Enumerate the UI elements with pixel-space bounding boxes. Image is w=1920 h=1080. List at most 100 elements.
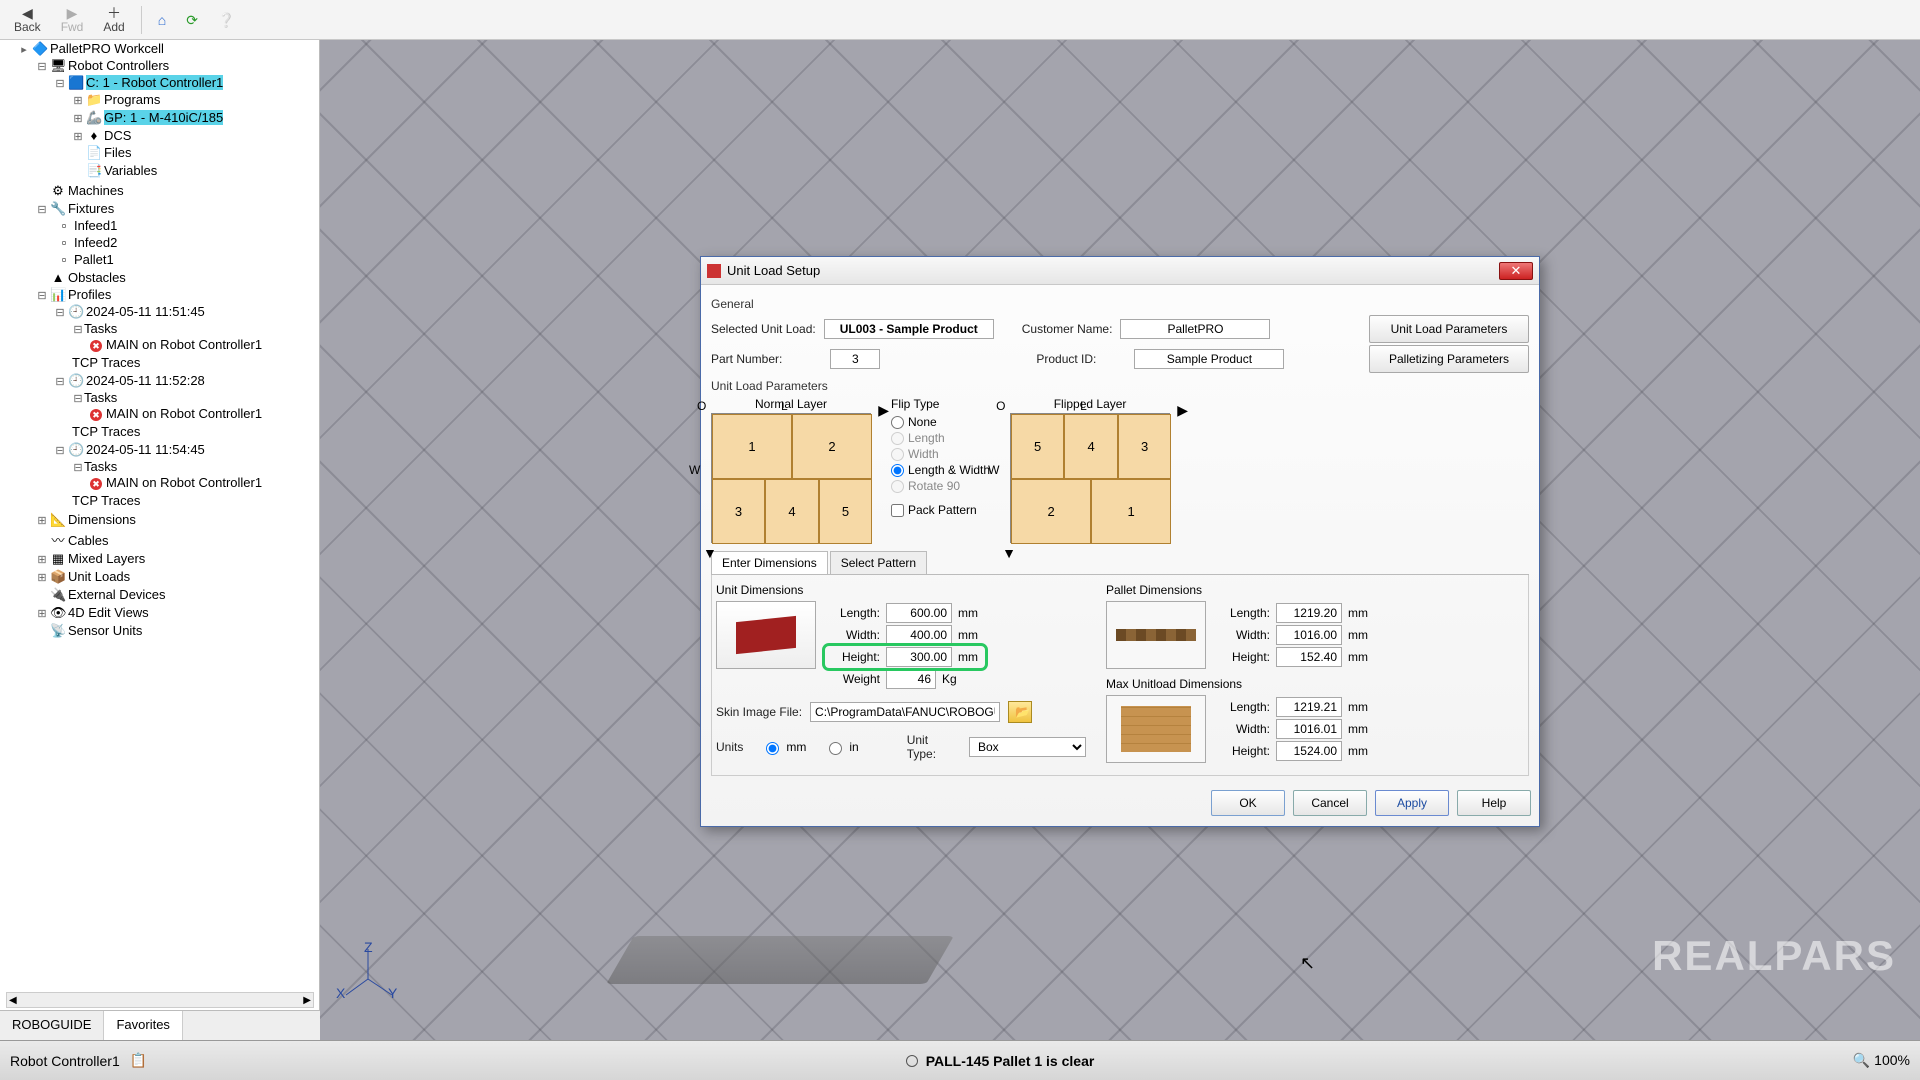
tree-dimensions[interactable]: Dimensions (68, 512, 136, 527)
tree-sensors[interactable]: Sensor Units (68, 623, 142, 638)
tab-roboguide[interactable]: ROBOGUIDE (0, 1011, 104, 1040)
tree-dcs[interactable]: DCS (104, 128, 131, 143)
skin-label: Skin Image File: (716, 705, 802, 719)
skin-file-input[interactable] (810, 702, 1000, 722)
tree-root[interactable]: PalletPRO Workcell (50, 41, 164, 56)
tree-prof2[interactable]: 2024-05-11 11:52:28 (86, 373, 205, 388)
tree-tcp1[interactable]: TCP Traces (72, 355, 140, 370)
selected-ul-field[interactable] (824, 319, 994, 339)
home-button[interactable]: ⌂ (150, 11, 174, 29)
scroll-right-icon[interactable]: ▶ (303, 995, 311, 1006)
product-field[interactable] (1134, 349, 1284, 369)
status-message: PALL-145 Pallet 1 is clear (926, 1053, 1095, 1069)
tree-programs[interactable]: Programs (104, 92, 160, 107)
tree-tcp2[interactable]: TCP Traces (72, 424, 140, 439)
unit-height-input[interactable] (886, 647, 952, 667)
tree-controller1[interactable]: C: 1 - Robot Controller1 (86, 75, 223, 90)
pallet-height-input[interactable] (1276, 647, 1342, 667)
units-label: Units (716, 740, 743, 754)
units-mm[interactable]: mm (761, 739, 806, 755)
flip-length: Length (891, 431, 990, 445)
pallet-thumb (1106, 601, 1206, 669)
max-width-input[interactable] (1276, 719, 1342, 739)
tree-infeed1[interactable]: Infeed1 (74, 218, 117, 233)
tree-tcp3[interactable]: TCP Traces (72, 493, 140, 508)
pallet-length-input[interactable] (1276, 603, 1342, 623)
cancel-button[interactable]: Cancel (1293, 790, 1367, 816)
tree-fixtures[interactable]: Fixtures (68, 201, 114, 216)
tree-machines[interactable]: Machines (68, 183, 124, 198)
tree-cables[interactable]: Cables (68, 533, 108, 548)
dialog-title: Unit Load Setup (727, 263, 820, 278)
tree-prof1[interactable]: 2024-05-11 11:51:45 (86, 304, 205, 319)
arrow-down-icon: ▼ (703, 545, 717, 561)
tab-favorites[interactable]: Favorites (104, 1011, 182, 1040)
units-in[interactable]: in (824, 739, 858, 755)
max-length-input[interactable] (1276, 697, 1342, 717)
tree-tasks1[interactable]: Tasks (84, 321, 117, 336)
tree-tasks3[interactable]: Tasks (84, 459, 117, 474)
tree-main2[interactable]: MAIN on Robot Controller1 (90, 406, 262, 421)
tree-main1[interactable]: MAIN on Robot Controller1 (90, 337, 262, 352)
tree-obstacles[interactable]: Obstacles (68, 270, 126, 285)
workcell-tree[interactable]: ▸🔷PalletPRO Workcell ⊟🖥Robot Controllers… (0, 40, 320, 1010)
tree-gp1[interactable]: GP: 1 - M-410iC/185 (104, 110, 223, 125)
fwd-button[interactable]: ▶Fwd (53, 4, 92, 36)
tree-robot-controllers[interactable]: Robot Controllers (68, 58, 169, 73)
tab-enter-dims[interactable]: Enter Dimensions (711, 551, 828, 574)
close-button[interactable]: ✕ (1499, 262, 1533, 280)
tree-main3[interactable]: MAIN on Robot Controller1 (90, 475, 262, 490)
tree-infeed2[interactable]: Infeed2 (74, 235, 117, 250)
arrow-right-icon: ▶ (1177, 402, 1188, 419)
unit-length-input[interactable] (886, 603, 952, 623)
dialog-icon (707, 264, 721, 278)
tree-hscrollbar[interactable]: ◀▶ (6, 992, 314, 1008)
unit-width-input[interactable] (886, 625, 952, 645)
tree-unitloads[interactable]: Unit Loads (68, 569, 130, 584)
dlg-help-button[interactable]: Help (1457, 790, 1531, 816)
tree-variables[interactable]: Variables (104, 163, 157, 178)
tree-tasks2[interactable]: Tasks (84, 390, 117, 405)
pallet-max-group: Pallet Dimensions Length:mm Width:mm Hei… (1106, 583, 1374, 767)
refresh-button[interactable]: ⟳ (178, 11, 206, 29)
tree-profiles[interactable]: Profiles (68, 287, 111, 302)
flip-none[interactable]: None (891, 415, 990, 429)
back-button[interactable]: ◀Back (6, 4, 49, 36)
arrow-right-icon: ▶ (878, 402, 889, 419)
ok-button[interactable]: OK (1211, 790, 1285, 816)
normal-pattern: 1 2 3 4 5 (711, 413, 871, 543)
help-button[interactable]: ❔ (210, 11, 243, 29)
part-field[interactable] (830, 349, 880, 369)
customer-field[interactable] (1120, 319, 1270, 339)
ulp-section-label: Unit Load Parameters (711, 379, 1529, 393)
tree-prof3[interactable]: 2024-05-11 11:54:45 (86, 442, 205, 457)
unit-load-setup-dialog: Unit Load Setup ✕ General Selected Unit … (700, 256, 1540, 827)
tree-extdev[interactable]: External Devices (68, 587, 166, 602)
unit-weight-input[interactable] (886, 669, 936, 689)
unit-type-select[interactable]: Box (969, 737, 1086, 757)
palletizing-params-button[interactable]: Palletizing Parameters (1369, 345, 1529, 373)
browse-button[interactable]: 📂 (1008, 701, 1032, 723)
apply-button[interactable]: Apply (1375, 790, 1449, 816)
refresh-icon: ⟳ (186, 13, 198, 27)
pallet-width-input[interactable] (1276, 625, 1342, 645)
scroll-left-icon[interactable]: ◀ (9, 995, 17, 1006)
tree-4dviews[interactable]: 4D Edit Views (68, 605, 149, 620)
expand-icon[interactable]: ▸ (18, 43, 30, 56)
unit-load-params-button[interactable]: Unit Load Parameters (1369, 315, 1529, 343)
tree-mixed[interactable]: Mixed Layers (68, 551, 145, 566)
flip-title: Flip Type (891, 397, 990, 411)
back-icon: ◀ (22, 6, 33, 20)
dialog-titlebar[interactable]: Unit Load Setup ✕ (701, 257, 1539, 285)
add-button[interactable]: ＋Add (95, 4, 132, 36)
flipped-layer-label: Flipped Layer (1054, 397, 1127, 411)
unit-dimensions-group: Unit Dimensions Length:mm Width:mm Heigh… (716, 583, 1086, 767)
tree-pallet1[interactable]: Pallet1 (74, 252, 114, 267)
pack-pattern-check[interactable]: Pack Pattern (891, 503, 990, 517)
max-height-input[interactable] (1276, 741, 1342, 761)
normal-layer: Normal Layer O L ▶ W ▼ 1 2 3 4 5 (711, 397, 871, 543)
product-label: Product ID: (1036, 352, 1096, 366)
tree-files[interactable]: Files (104, 145, 131, 160)
tab-select-pattern[interactable]: Select Pattern (830, 551, 927, 574)
flip-lw[interactable]: Length & Width (891, 463, 990, 477)
